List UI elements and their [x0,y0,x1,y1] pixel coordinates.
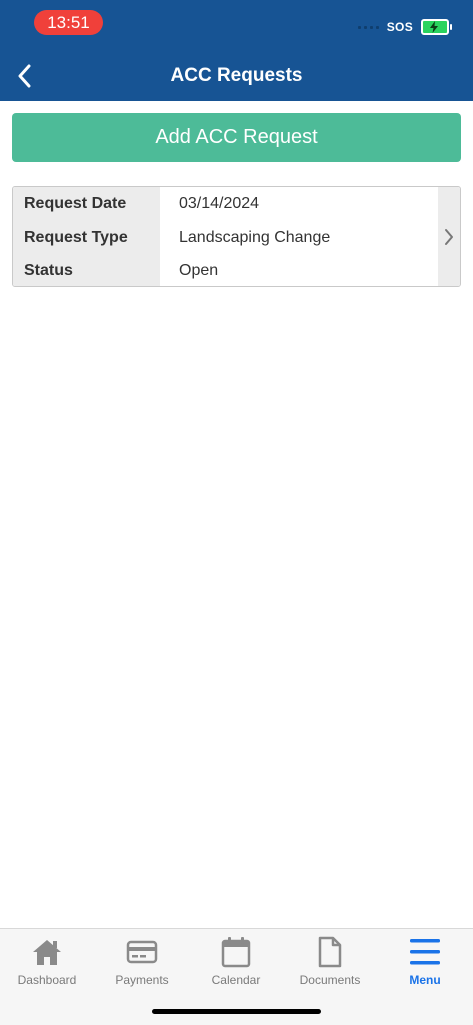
request-type-label: Request Type [24,229,128,246]
menu-icon [410,939,440,965]
request-type-value: Landscaping Change [179,229,331,246]
tab-dashboard[interactable]: Dashboard [0,935,94,995]
tab-documents-label: Documents [299,973,361,987]
home-icon [33,940,61,965]
tab-payments-label: Payments [115,973,169,987]
card-icon [126,940,158,964]
tab-calendar-label: Calendar [211,973,261,987]
status-label: Status [24,262,73,279]
battery-icon [421,19,452,35]
tab-dashboard-label: Dashboard [17,973,77,987]
app-header: 13:51 SOS ACC Requests [0,0,473,101]
request-date-value: 03/14/2024 [179,195,260,212]
document-icon [318,936,342,968]
acc-request-card[interactable]: Request Date 03/14/2024 Request Type Lan… [12,186,461,287]
status-time: 13:51 [34,10,103,35]
status-indicators: SOS [357,17,452,37]
page-title: ACC Requests [170,65,303,86]
calendar-icon [221,937,251,968]
home-indicator[interactable] [152,1009,321,1014]
signal-icon [357,25,379,29]
request-date-label: Request Date [24,195,127,212]
tab-calendar[interactable]: Calendar [189,935,283,995]
carrier-label: SOS [386,20,413,34]
add-acc-request-button[interactable]: Add ACC Request [12,113,461,162]
tab-documents[interactable]: Documents [283,935,377,995]
tab-menu-label: Menu [409,973,441,987]
card-chevron[interactable] [438,187,460,286]
tab-payments[interactable]: Payments [95,935,189,995]
chevron-right-icon [445,228,453,245]
status-value: Open [179,262,219,279]
tab-menu[interactable]: Menu [378,935,472,995]
